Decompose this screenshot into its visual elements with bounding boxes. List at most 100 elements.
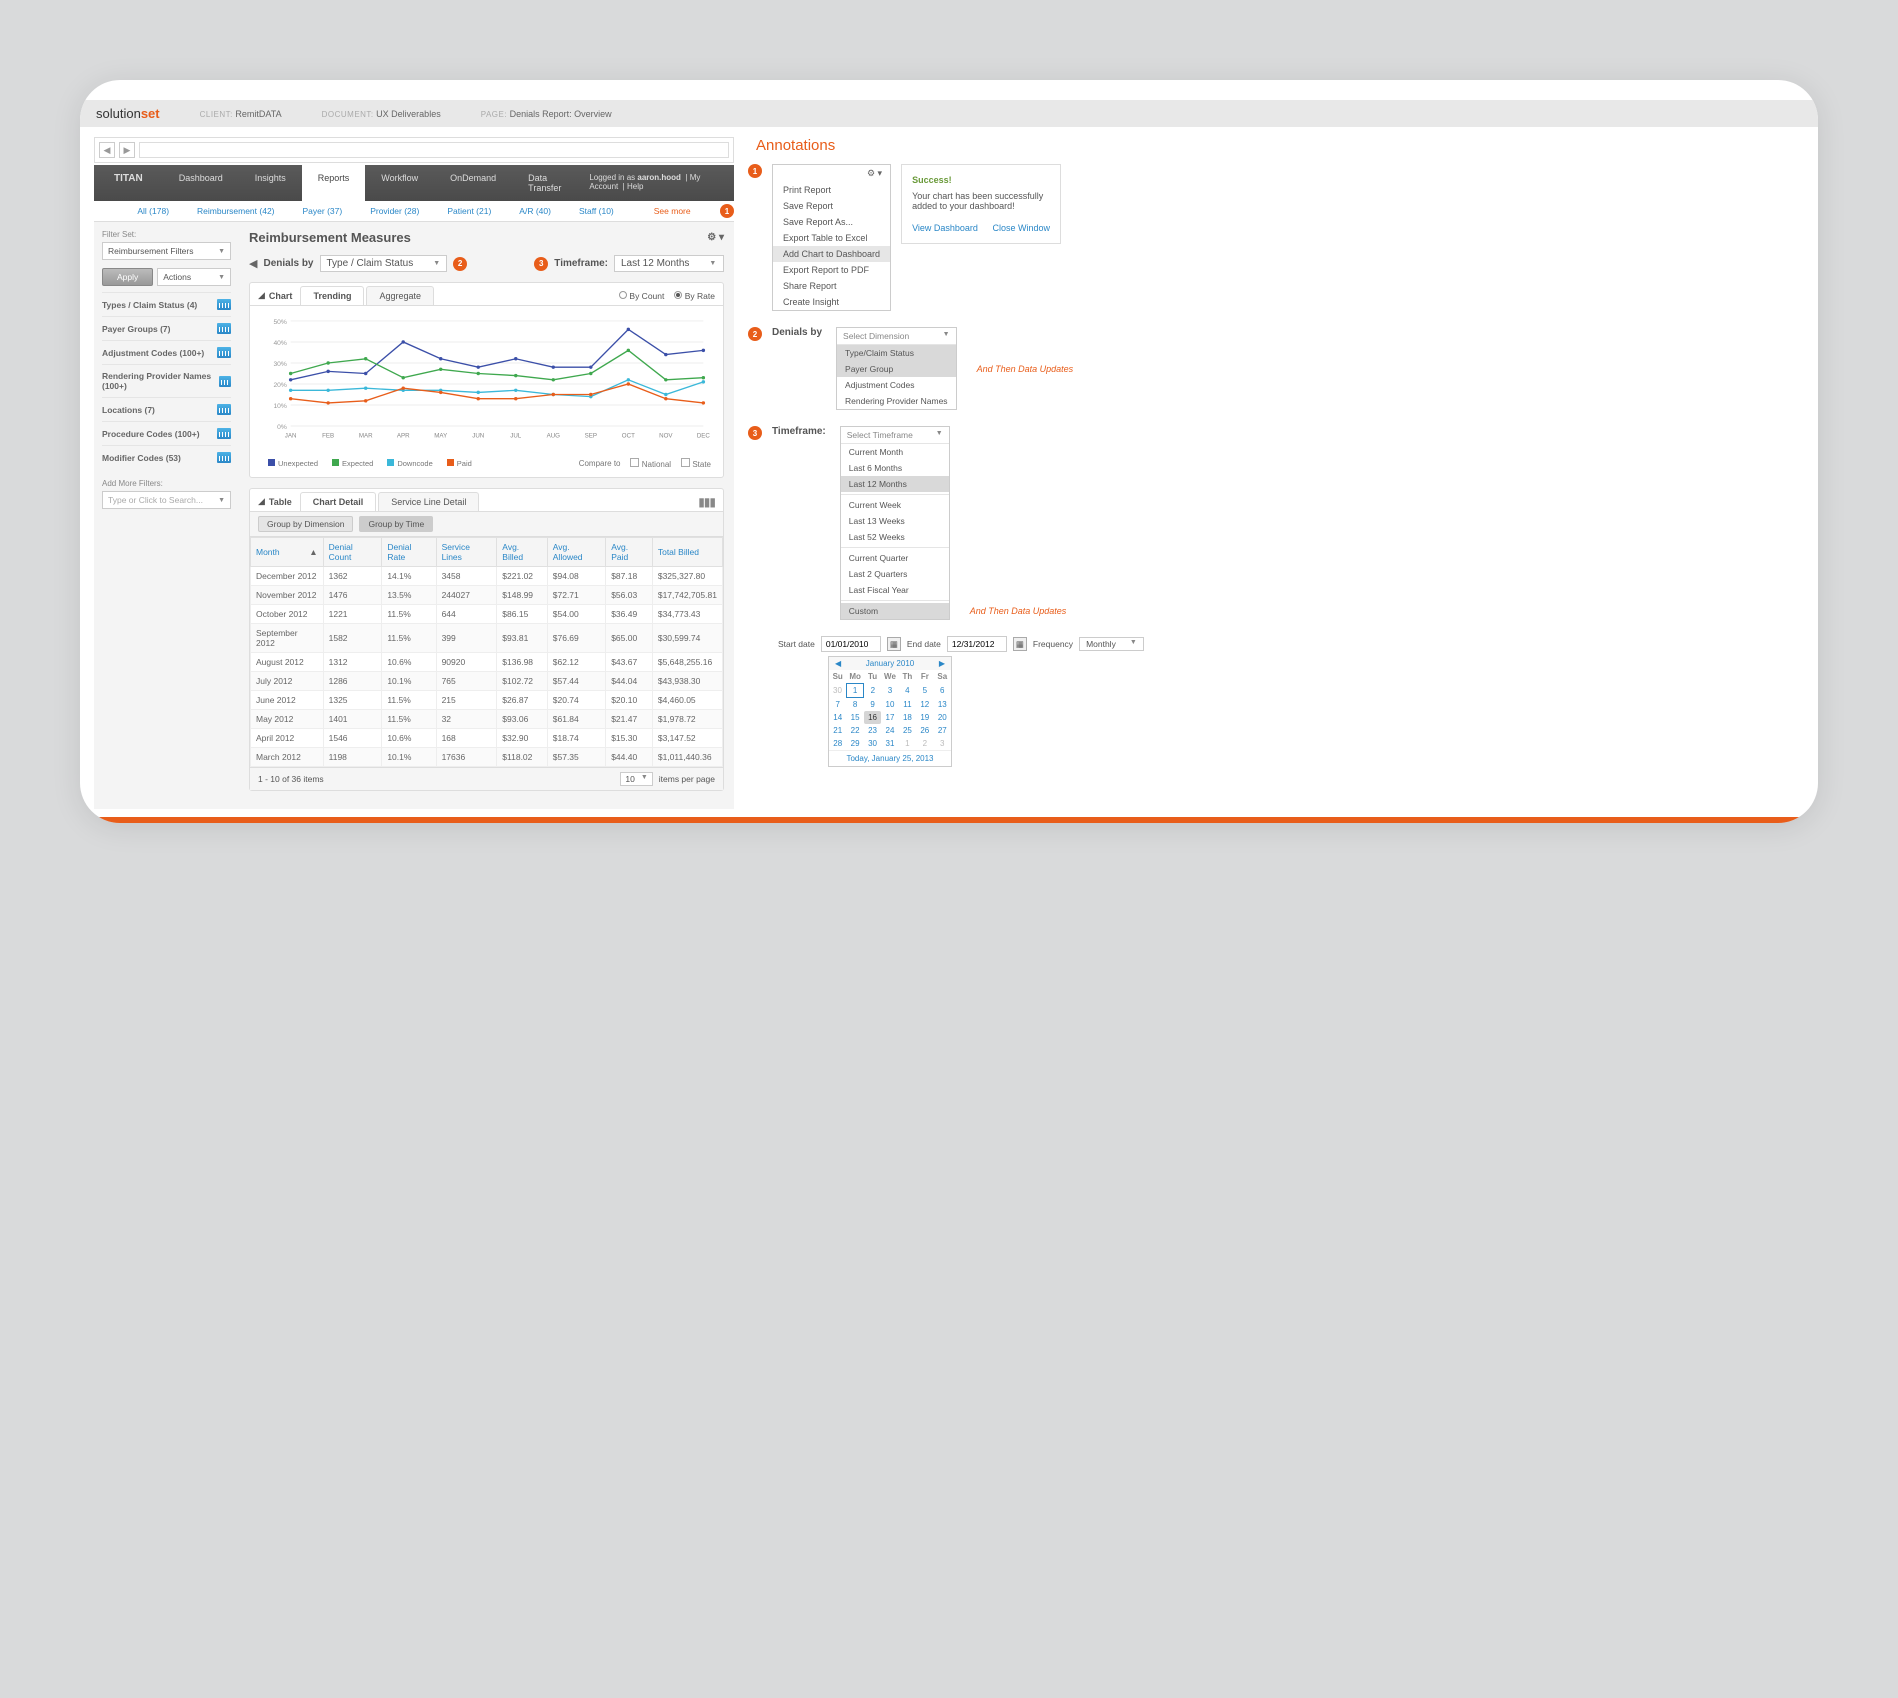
cal-day[interactable]: 3 — [881, 684, 898, 698]
table-row[interactable]: November 2012147613.5%244027$148.99$72.7… — [251, 586, 723, 605]
cal-day[interactable]: 16 — [864, 711, 881, 724]
subnav-link[interactable]: Patient (21) — [447, 206, 491, 216]
group-by-dimension[interactable]: Group by Dimension — [258, 516, 353, 532]
cal-day[interactable]: 13 — [934, 698, 951, 712]
menu-item[interactable]: Export Table to Excel — [773, 230, 890, 246]
table-row[interactable]: October 2012122111.5%644$86.15$54.00$36.… — [251, 605, 723, 624]
cal-day[interactable]: 30 — [829, 684, 846, 698]
actions-select[interactable]: Actions▼ — [157, 268, 231, 286]
end-date-input[interactable] — [947, 636, 1007, 652]
compare-national-checkbox[interactable] — [630, 458, 639, 467]
add-filter-input[interactable]: Type or Click to Search...▼ — [102, 491, 231, 509]
filter-row[interactable]: Rendering Provider Names (100+) — [102, 364, 231, 397]
group-by-time[interactable]: Group by Time — [359, 516, 433, 532]
columns-icon[interactable]: ▮▮▮ — [698, 495, 715, 509]
dropdown-option[interactable]: Last Fiscal Year — [841, 582, 949, 598]
cal-day[interactable]: 11 — [899, 698, 916, 712]
table-row[interactable]: May 2012140111.5%32$93.06$61.84$21.47$1,… — [251, 710, 723, 729]
cal-day[interactable]: 3 — [934, 737, 951, 750]
dropdown-option[interactable]: Custom — [841, 603, 949, 619]
subnav-link[interactable]: Payer (37) — [303, 206, 343, 216]
cal-today[interactable]: Today, January 25, 2013 — [829, 750, 951, 766]
help-link[interactable]: Help — [627, 182, 643, 191]
menu-item[interactable]: Create Insight — [773, 294, 890, 310]
nav-back[interactable]: ◀ — [99, 142, 115, 158]
cal-day[interactable]: 10 — [881, 698, 898, 712]
radio-by-count[interactable] — [619, 291, 627, 299]
table-row[interactable]: April 2012154610.6%168$32.90$18.74$15.30… — [251, 729, 723, 748]
denials-dimension-dropdown[interactable]: Select Dimension▼ Type/Claim StatusPayer… — [836, 327, 957, 410]
table-row[interactable]: July 2012128610.1%765$102.72$57.44$44.04… — [251, 672, 723, 691]
apply-button[interactable]: Apply — [102, 268, 153, 286]
timeframe-select[interactable]: Last 12 Months▼ — [614, 255, 724, 272]
menu-item[interactable]: Save Report As... — [773, 214, 890, 230]
col-header[interactable]: Denial Rate — [382, 538, 436, 567]
dropdown-option[interactable]: Payer Group — [837, 361, 956, 377]
start-date-input[interactable] — [821, 636, 881, 652]
cal-day[interactable]: 2 — [864, 684, 881, 698]
tab-chart-detail[interactable]: Chart Detail — [300, 492, 377, 511]
cal-day[interactable]: 30 — [864, 737, 881, 750]
close-window-link[interactable]: Close Window — [993, 223, 1051, 233]
dropdown-option[interactable]: Current Week — [841, 497, 949, 513]
subnav-link[interactable]: Reimbursement (42) — [197, 206, 274, 216]
cal-day[interactable]: 12 — [916, 698, 933, 712]
chart-icon[interactable] — [217, 323, 231, 334]
cal-day[interactable]: 7 — [829, 698, 846, 712]
cal-day[interactable]: 15 — [846, 711, 863, 724]
menu-item[interactable]: Save Report — [773, 198, 890, 214]
col-header[interactable]: Denial Count — [323, 538, 382, 567]
compare-state-checkbox[interactable] — [681, 458, 690, 467]
cal-day[interactable]: 2 — [916, 737, 933, 750]
chart-icon[interactable] — [217, 404, 231, 415]
chart-icon[interactable] — [217, 452, 231, 463]
tab-aggregate[interactable]: Aggregate — [366, 286, 434, 305]
nav-tab-ondemand[interactable]: OnDemand — [434, 165, 512, 201]
cal-day[interactable]: 1 — [846, 684, 863, 698]
dropdown-option[interactable]: Last 13 Weeks — [841, 513, 949, 529]
table-row[interactable]: December 2012136214.1%3458$221.02$94.08$… — [251, 567, 723, 586]
dropdown-option[interactable]: Last 6 Months — [841, 460, 949, 476]
cal-day[interactable]: 25 — [899, 724, 916, 737]
nav-tab-reports[interactable]: Reports — [302, 165, 366, 201]
cal-day[interactable]: 31 — [881, 737, 898, 750]
col-header[interactable]: Avg. Billed — [497, 538, 547, 567]
chart-icon[interactable] — [217, 299, 231, 310]
nav-tab-insights[interactable]: Insights — [239, 165, 302, 201]
chart-icon[interactable] — [217, 428, 231, 439]
filter-row[interactable]: Locations (7) — [102, 397, 231, 421]
cal-day[interactable]: 17 — [881, 711, 898, 724]
dropdown-option[interactable]: Last 2 Quarters — [841, 566, 949, 582]
denials-by-select[interactable]: Type / Claim Status▼ — [320, 255, 448, 272]
table-row[interactable]: August 2012131210.6%90920$136.98$62.12$4… — [251, 653, 723, 672]
nav-tab-data transfer[interactable]: Data Transfer — [512, 165, 577, 201]
collapse-caret[interactable]: ◀ — [249, 257, 257, 270]
cal-day[interactable]: 27 — [934, 724, 951, 737]
filter-row[interactable]: Modifier Codes (53) — [102, 445, 231, 469]
table-row[interactable]: June 2012132511.5%215$26.87$20.74$20.10$… — [251, 691, 723, 710]
menu-item[interactable]: Add Chart to Dashboard — [773, 246, 890, 262]
calendar-widget[interactable]: ◀January 2010▶ SuMoTuWeThFrSa30123456789… — [828, 656, 952, 767]
cal-day[interactable]: 21 — [829, 724, 846, 737]
col-header[interactable]: Avg. Paid — [606, 538, 653, 567]
chart-icon[interactable] — [217, 347, 231, 358]
cal-day[interactable]: 14 — [829, 711, 846, 724]
cal-day[interactable]: 6 — [934, 684, 951, 698]
col-header[interactable]: Total Billed — [652, 538, 722, 567]
frequency-select[interactable]: Monthly▼ — [1079, 637, 1144, 651]
dropdown-option[interactable]: Last 12 Months — [841, 476, 949, 492]
cal-day[interactable]: 20 — [934, 711, 951, 724]
filter-row[interactable]: Payer Groups (7) — [102, 316, 231, 340]
subnav-link[interactable]: Provider (28) — [370, 206, 419, 216]
dropdown-option[interactable]: Current Quarter — [841, 550, 949, 566]
cal-day[interactable]: 22 — [846, 724, 863, 737]
cal-day[interactable]: 1 — [899, 737, 916, 750]
nav-tab-dashboard[interactable]: Dashboard — [163, 165, 239, 201]
menu-item[interactable]: Print Report — [773, 182, 890, 198]
cal-day[interactable]: 18 — [899, 711, 916, 724]
cal-day[interactable]: 9 — [864, 698, 881, 712]
cal-day[interactable]: 28 — [829, 737, 846, 750]
url-input[interactable] — [139, 142, 729, 158]
cal-day[interactable]: 23 — [864, 724, 881, 737]
view-dashboard-link[interactable]: View Dashboard — [912, 223, 978, 233]
